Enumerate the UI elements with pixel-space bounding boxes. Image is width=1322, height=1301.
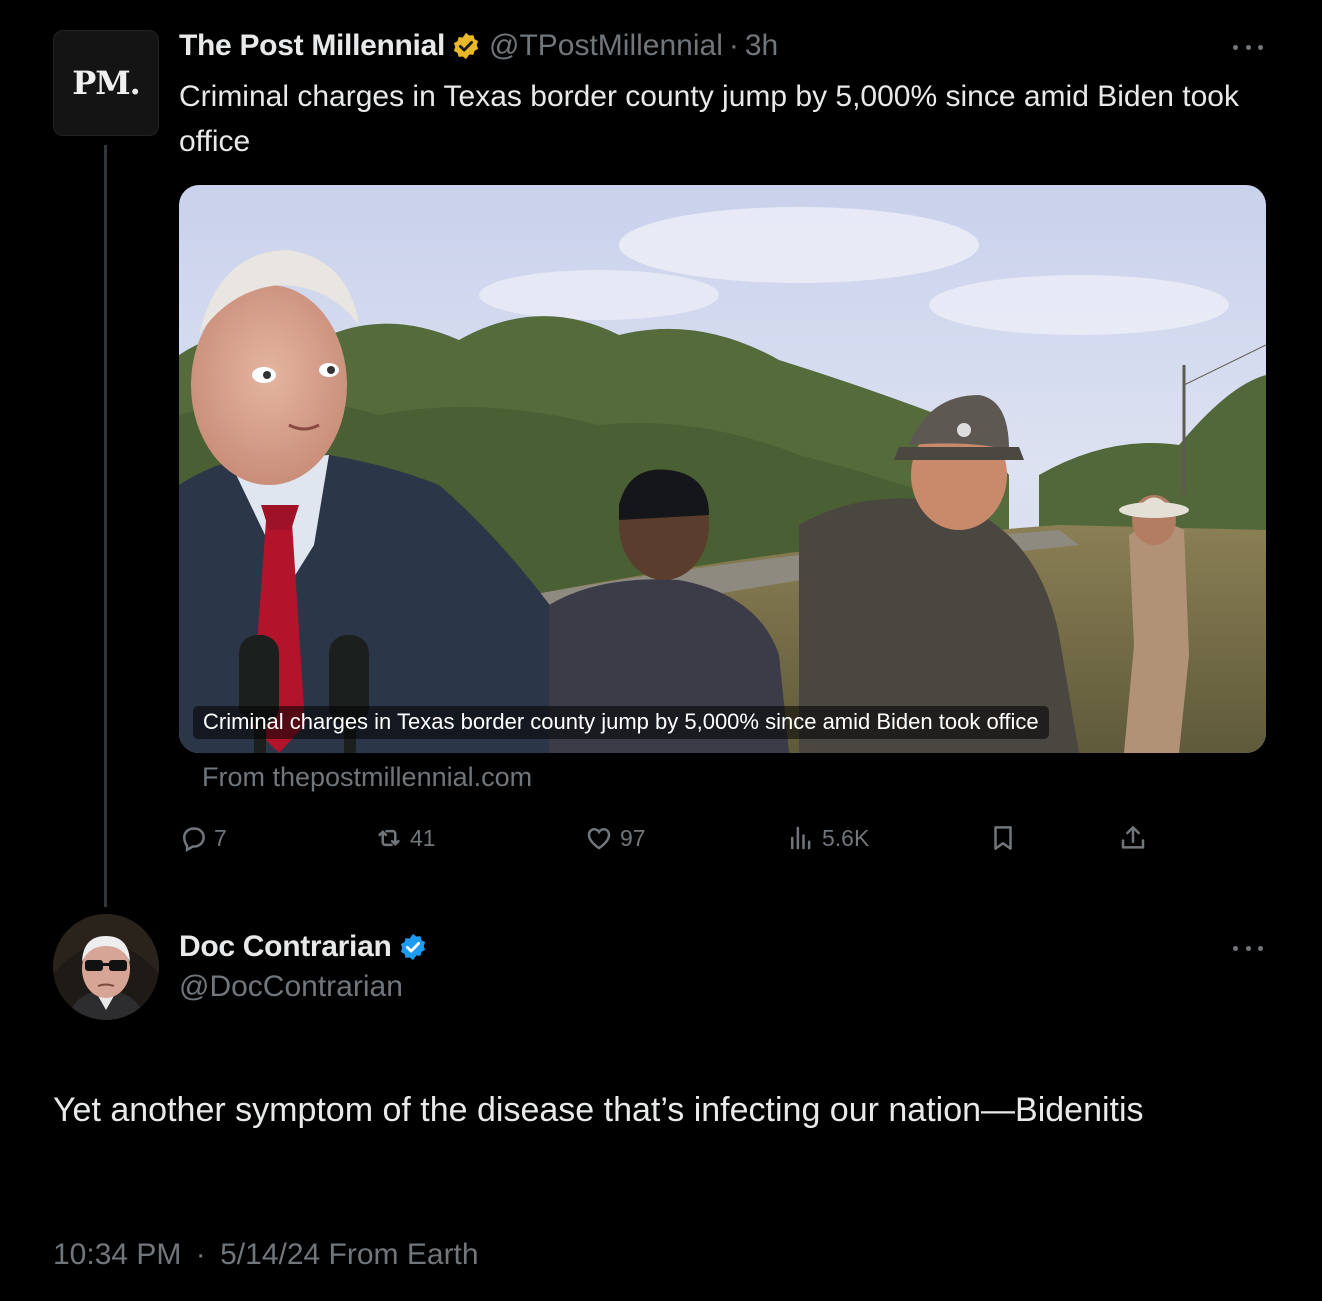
reply-tweet-header: Doc Contrarian [179, 926, 436, 968]
profile-photo [53, 914, 159, 1020]
like-button[interactable]: 97 [584, 818, 646, 858]
tweet-text: Criminal charges in Texas border county … [179, 80, 1239, 158]
reply-button[interactable]: 7 [178, 818, 227, 858]
views-count: 5.6K [822, 824, 870, 851]
share-icon [1121, 826, 1145, 849]
repost-icon [378, 829, 400, 847]
thread-line [104, 145, 107, 907]
tweet-date[interactable]: 5/14/24 [220, 1238, 320, 1271]
like-count: 97 [620, 824, 646, 851]
bookmark-icon [994, 826, 1012, 850]
reply-author-name[interactable]: Doc Contrarian [179, 930, 392, 964]
tweet-meta: 10:34 PM · 5/14/24 From Earth [53, 1238, 479, 1272]
author-handle[interactable]: @TPostMillennial [489, 29, 723, 63]
bookmark-button[interactable] [988, 818, 1024, 858]
tweet-timestamp[interactable]: 10:34 PM [53, 1238, 181, 1271]
tweet-time[interactable]: 3h [745, 29, 778, 63]
dot-separator: · [195, 1238, 206, 1271]
repost-count: 41 [410, 824, 436, 851]
media-headline-overlay: Criminal charges in Texas border county … [193, 706, 1049, 739]
reply-count: 7 [214, 824, 227, 851]
verified-blue-badge-icon [400, 933, 425, 961]
verified-gold-badge-icon [453, 32, 479, 60]
parent-tweet-header: The Post Millennial @TPostMillennial · 3… [179, 26, 778, 66]
dot-separator: · [728, 29, 739, 62]
reply-text: Yet another symptom of the disease that’… [53, 1091, 1144, 1129]
more-icon[interactable] [1233, 42, 1263, 52]
share-button[interactable] [1118, 818, 1154, 858]
views-icon [791, 826, 811, 850]
post-millennial-avatar[interactable]: PM. [53, 30, 159, 136]
like-icon [587, 827, 611, 850]
avatar-logo-text: PM. [72, 64, 141, 102]
doc-contrarian-avatar[interactable] [53, 914, 159, 1020]
tweet-actions-bar: 7 41 97 5.6K [0, 818, 1322, 858]
more-icon[interactable] [1233, 943, 1263, 953]
repost-button[interactable]: 41 [374, 818, 436, 858]
link-source[interactable]: From thepostmillennial.com [202, 762, 532, 793]
reply-icon [182, 827, 205, 853]
views-button[interactable]: 5.6K [786, 818, 869, 858]
link-card-image[interactable]: Criminal charges in Texas border county … [179, 185, 1266, 753]
news-photo [179, 185, 1266, 753]
author-name[interactable]: The Post Millennial [179, 29, 445, 63]
reply-author-handle[interactable]: @DocContrarian [179, 970, 403, 1004]
tweet-source: From Earth [328, 1238, 479, 1271]
